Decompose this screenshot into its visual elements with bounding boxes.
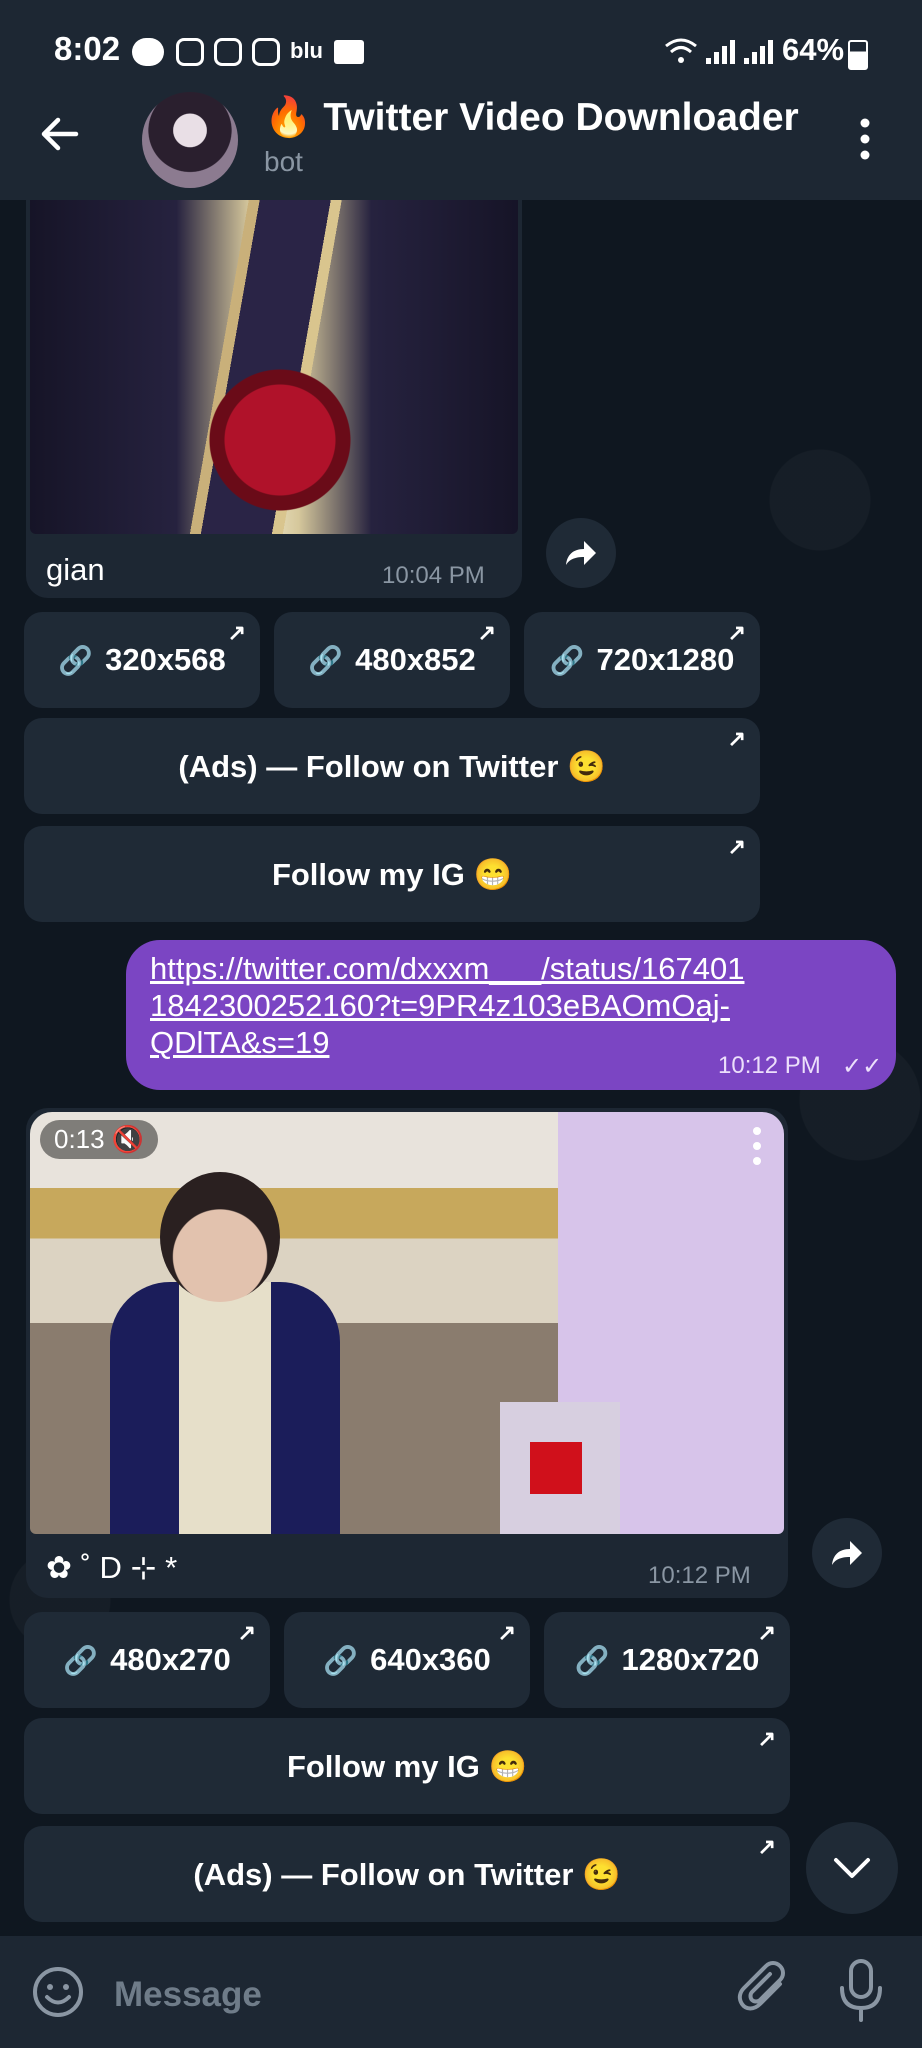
more-options-icon[interactable] [860,118,870,160]
message-input[interactable] [112,1966,716,2024]
status-time: 8:02 [54,30,121,67]
button-label: Follow my IG 😁 [271,856,513,892]
external-arrow-icon: ↗ [227,620,246,645]
link-icon: 🔗 [549,644,585,676]
external-arrow-icon: ↗ [727,620,746,645]
button-label: (Ads) — Follow on Twitter 😉 [193,1856,621,1892]
instagram-icon [214,38,242,66]
chat-subtitle: bot [264,146,303,177]
resolution-button-720x1280[interactable]: 🔗 720x1280 ↗ [524,612,760,708]
external-arrow-icon: ↗ [727,834,746,859]
video-menu-icon[interactable] [752,1126,762,1166]
message-time: 10:12 PM [648,1562,751,1589]
button-label: 480x852 [355,642,476,677]
instagram-icon [176,38,204,66]
resolution-button-640x360[interactable]: 🔗 640x360 ↗ [284,1612,530,1708]
external-arrow-icon: ↗ [237,1620,256,1645]
forward-icon [832,1541,862,1565]
wifi-icon [665,38,697,63]
video-subject [110,1282,340,1534]
mute-icon: 🔇 [111,1124,145,1154]
chat-title[interactable]: 🔥 Twitter Video Downloader [264,94,799,140]
video-duration: 0:13 🔇 [40,1120,159,1159]
message-caption: ✿ ˚ D ⊹ * [46,1550,178,1585]
forward-button[interactable] [546,518,616,588]
video-subject-head [160,1172,280,1302]
battery-percent: 64% [782,32,845,67]
outgoing-link[interactable]: https://twitter.com/dxxxm___/status/1674… [150,950,750,1061]
link-icon: 🔗 [574,1644,610,1676]
lego-logo [530,1442,582,1494]
ads-follow-twitter-button[interactable]: (Ads) — Follow on Twitter 😉 ↗ [24,718,760,814]
external-arrow-icon: ↗ [477,620,496,645]
video-thumbnail[interactable] [30,200,518,534]
link-icon: 🔗 [308,644,344,676]
resolution-button-320x568[interactable]: 🔗 320x568 ↗ [24,612,260,708]
external-arrow-icon: ↗ [497,1620,516,1645]
mail-icon [334,40,364,64]
link-icon: 🔗 [323,1644,359,1676]
back-arrow-icon[interactable] [38,112,82,156]
fire-icon: 🔥 [264,96,313,139]
follow-ig-button[interactable]: Follow my IG 😁 ↗ [24,1718,790,1814]
bot-avatar[interactable] [142,92,238,188]
button-label: 720x1280 [596,642,735,677]
message-time: 10:12 PM [718,1052,821,1079]
attach-icon[interactable] [736,1960,792,2020]
video-thumbnail[interactable] [30,1112,784,1534]
signal-icon [744,40,773,64]
resolution-button-480x852[interactable]: 🔗 480x852 ↗ [274,612,510,708]
read-ticks-icon: ✓✓ [842,1053,883,1080]
link-icon: 🔗 [58,644,94,676]
scroll-to-bottom-button[interactable] [806,1822,898,1914]
message-time: 10:04 PM [382,562,485,589]
chat-title-text: Twitter Video Downloader [323,96,799,139]
external-arrow-icon: ↗ [727,726,746,751]
button-label: 480x270 [110,1642,231,1677]
line-icon [132,38,164,66]
forward-button[interactable] [812,1518,882,1588]
button-label: (Ads) — Follow on Twitter 😉 [178,748,606,784]
forward-icon [566,541,596,565]
button-label: Follow my IG 😁 [286,1748,528,1784]
resolution-button-480x270[interactable]: 🔗 480x270 ↗ [24,1612,270,1708]
follow-ig-button[interactable]: Follow my IG 😁 ↗ [24,826,760,922]
message-caption: gian [46,552,105,587]
ads-follow-twitter-button[interactable]: (Ads) — Follow on Twitter 😉 ↗ [24,1826,790,1922]
chevron-down-icon [834,1858,870,1878]
battery-icon [848,40,868,70]
external-arrow-icon: ↗ [757,1726,776,1751]
external-arrow-icon: ↗ [757,1620,776,1645]
resolution-button-1280x720[interactable]: 🔗 1280x720 ↗ [544,1612,790,1708]
button-label: 320x568 [105,642,226,677]
link-icon: 🔗 [63,1644,99,1676]
signal-icon [706,40,735,64]
button-label: 640x360 [370,1642,491,1677]
blu-icon: blu [290,38,323,63]
emoji-icon[interactable] [32,1966,84,2018]
duration-text: 0:13 [54,1124,105,1154]
instagram-icon [252,38,280,66]
external-arrow-icon: ↗ [757,1834,776,1859]
microphone-icon[interactable] [838,1958,884,2024]
button-label: 1280x720 [621,1642,760,1677]
